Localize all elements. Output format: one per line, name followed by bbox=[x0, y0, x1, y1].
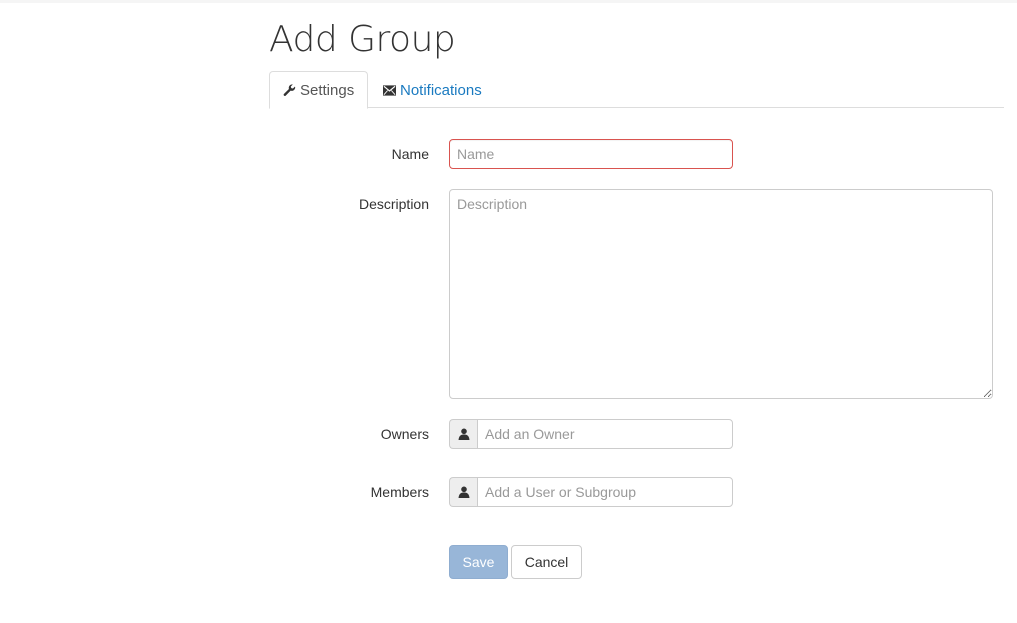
wrench-icon bbox=[283, 83, 296, 97]
owners-label: Owners bbox=[380, 426, 429, 442]
description-textarea[interactable] bbox=[449, 189, 993, 399]
members-input[interactable] bbox=[477, 477, 733, 507]
members-label: Members bbox=[370, 484, 429, 500]
page-title: Add Group bbox=[269, 19, 456, 60]
save-button[interactable]: Save bbox=[449, 545, 508, 579]
tab-settings[interactable]: Settings bbox=[269, 71, 368, 109]
tab-settings-label: Settings bbox=[300, 81, 355, 99]
name-input[interactable] bbox=[449, 139, 733, 169]
members-field bbox=[449, 477, 733, 507]
user-icon bbox=[449, 419, 477, 449]
tab-bar: Settings Notifications bbox=[269, 71, 1004, 109]
tab-notifications-label: Notifications bbox=[400, 81, 482, 99]
owners-input[interactable] bbox=[477, 419, 733, 449]
user-icon bbox=[449, 477, 477, 507]
owners-field bbox=[449, 419, 733, 449]
tab-notifications[interactable]: Notifications bbox=[369, 71, 496, 109]
cancel-button[interactable]: Cancel bbox=[511, 545, 582, 579]
top-bar bbox=[0, 0, 1017, 3]
description-label: Description bbox=[358, 196, 429, 212]
name-label: Name bbox=[391, 146, 429, 162]
envelope-icon bbox=[383, 84, 396, 96]
